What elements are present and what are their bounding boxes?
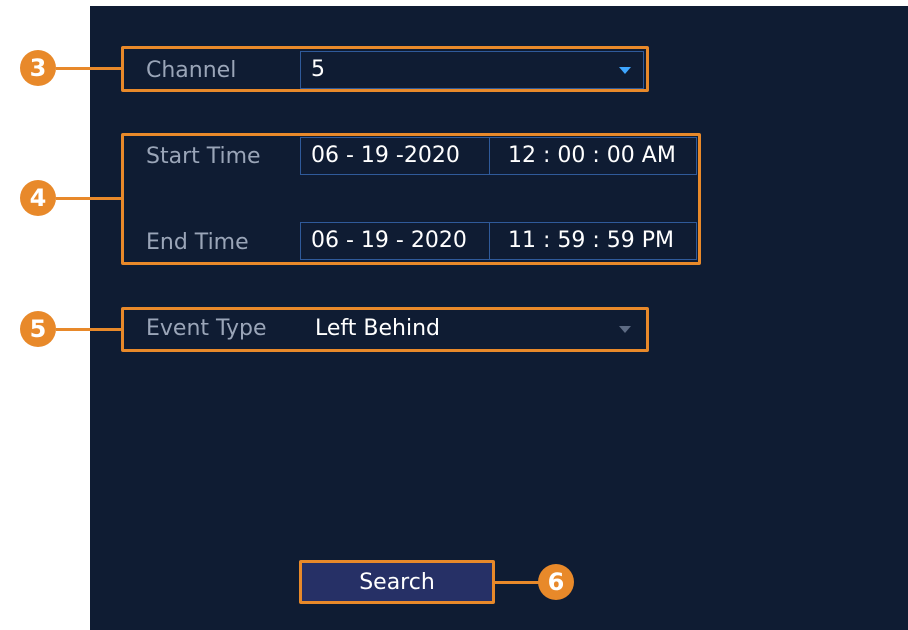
event-type-highlight-frame bbox=[121, 307, 649, 352]
callout-3-badge: 3 bbox=[20, 50, 56, 86]
callout-5-badge: 5 bbox=[20, 311, 56, 347]
search-highlight-frame bbox=[299, 560, 495, 604]
channel-highlight-frame bbox=[121, 46, 649, 92]
time-range-highlight-frame bbox=[121, 133, 701, 265]
callout-3-connector bbox=[56, 67, 122, 70]
callout-4-connector bbox=[56, 197, 122, 200]
callout-4-badge: 4 bbox=[20, 180, 56, 216]
callout-6-badge: 6 bbox=[538, 564, 574, 600]
callout-6-connector bbox=[494, 581, 540, 584]
callout-5-connector bbox=[56, 328, 122, 331]
